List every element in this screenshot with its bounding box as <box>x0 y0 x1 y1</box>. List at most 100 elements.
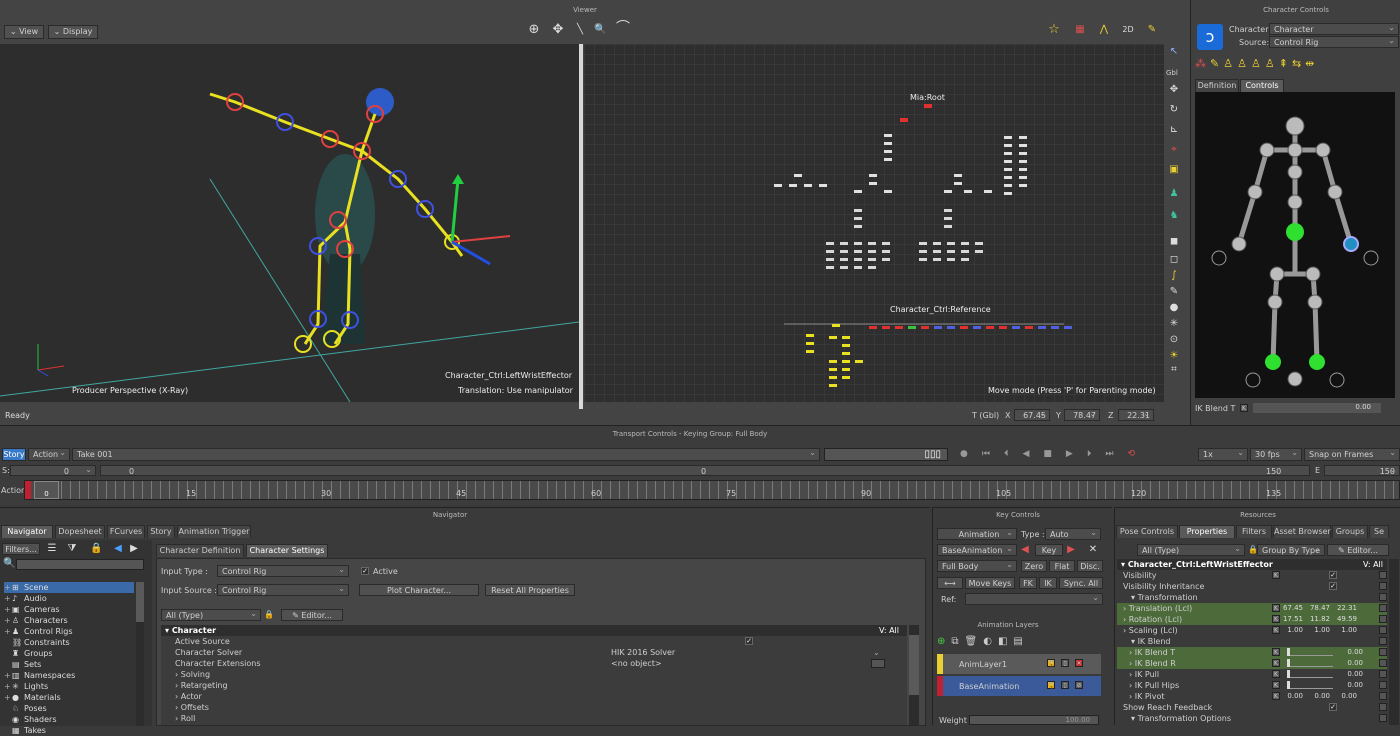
active-source-row[interactable]: Active Source ✓ <box>161 636 907 647</box>
tab-character-definition[interactable]: Character Definition <box>156 544 244 557</box>
next-key-icon[interactable]: ▶ <box>1065 544 1077 556</box>
tab-asset-browser[interactable]: Asset Browser <box>1273 525 1331 538</box>
zoom-icon[interactable]: 🔍 <box>594 24 606 36</box>
tree-scrollbar[interactable] <box>136 582 144 726</box>
keying-group-dropdown[interactable]: Full Body <box>937 560 1017 572</box>
cube-icon[interactable]: ◼ <box>1168 236 1180 248</box>
layer1-mute-icon[interactable]: ✕ <box>1075 659 1083 667</box>
layer-option-icon[interactable]: ◧ <box>998 636 1013 647</box>
tree-item-groups[interactable]: ♜ Groups <box>4 648 134 659</box>
display-menu-button[interactable]: ⌄ Display <box>48 25 98 39</box>
tree-item-audio[interactable]: +♪ Audio <box>4 593 134 604</box>
ik-blend-key-button[interactable]: K <box>1240 404 1248 412</box>
resources-editor-button[interactable]: ✎ Editor... <box>1327 544 1389 556</box>
flat-button[interactable]: Flat <box>1049 560 1075 572</box>
tab-filters[interactable]: Filters <box>1236 525 1272 538</box>
snap-dropdown[interactable]: Snap on Frames <box>1304 448 1400 461</box>
tab-story[interactable]: Story <box>147 525 175 538</box>
source-dropdown[interactable]: Control Rig <box>1269 36 1399 48</box>
property-row-transformation-options[interactable]: ▾ Transformation Options <box>1117 713 1387 724</box>
offsets-row[interactable]: › Offsets <box>161 702 907 713</box>
property-checkbox[interactable]: ✓ <box>1329 582 1337 590</box>
merge-layer-icon[interactable]: ◐ <box>983 636 998 647</box>
property-row-ik-blend[interactable]: ▾ IK Blend <box>1117 636 1387 647</box>
resources-object-header[interactable]: ▾ Character_Ctrl:LeftWristEffector V: All <box>1117 559 1387 570</box>
frame-display[interactable]: ▯▯▯ <box>824 448 948 461</box>
marker-icon[interactable]: ⌗ <box>1168 364 1180 376</box>
plot-character-button[interactable]: Plot Character... <box>359 584 479 596</box>
next-key-icon[interactable]: ⏵ <box>1087 449 1106 459</box>
viewport-divider[interactable] <box>579 44 583 409</box>
select-arrow-icon[interactable]: ↖ <box>1168 46 1180 58</box>
tab-animation-trigger[interactable]: Animation Trigger <box>177 525 251 538</box>
delete-key-icon[interactable]: ✕ <box>1087 544 1099 556</box>
property-row-ik-pivot[interactable]: › IK Pivot K 0.00 0.00 0.00 <box>1117 691 1387 702</box>
navigator-search-input[interactable] <box>16 559 144 570</box>
curve-tool-icon[interactable]: ∫ <box>1168 270 1180 282</box>
character-extensions-value[interactable]: <no object> <box>611 658 662 669</box>
y-coordinate-field[interactable]: 78.47 <box>1064 409 1100 421</box>
x-coordinate-field[interactable]: 67.45 <box>1014 409 1050 421</box>
property-row-ik-blend-r[interactable]: › IK Blend R K 0.00 <box>1117 658 1387 669</box>
grid-display-icon[interactable]: ▦ <box>1074 24 1086 36</box>
key-icon[interactable]: K <box>1272 659 1280 667</box>
add-layer-icon[interactable]: ⊕ <box>937 636 951 647</box>
tree-item-poses[interactable]: ♘ Poses <box>4 703 134 714</box>
tree-item-namespaces[interactable]: +▥ Namespaces <box>4 670 134 681</box>
ik-button[interactable]: IK <box>1039 577 1057 589</box>
property-slider[interactable] <box>1287 681 1333 689</box>
solving-row[interactable]: › Solving <box>161 669 907 680</box>
property-slider[interactable] <box>1287 648 1333 656</box>
key-type-dropdown[interactable]: Auto <box>1045 528 1101 540</box>
rotate-tool-icon[interactable]: ↻ <box>1168 104 1180 116</box>
move-keys-toggle[interactable]: ⟷ <box>937 577 963 589</box>
discontinuity-button[interactable]: Disc. <box>1077 560 1103 572</box>
tree-item-sets[interactable]: ▤ Sets <box>4 659 134 670</box>
cube-outline-icon[interactable]: ◻ <box>1168 254 1180 266</box>
character-solver-row[interactable]: Character Solver HIK 2016 Solver ⌄ <box>161 647 907 658</box>
property-slider[interactable] <box>1287 670 1333 678</box>
ref-dropdown[interactable] <box>965 593 1103 605</box>
editor-button[interactable]: ✎ Editor... <box>281 609 343 621</box>
action-mode-dropdown[interactable]: Action <box>28 448 70 461</box>
tree-item-constraints[interactable]: ⛓ Constraints <box>4 637 134 648</box>
tab-navigator[interactable]: Navigator <box>1 525 53 538</box>
view-menu-button[interactable]: ⌄ View <box>4 25 44 39</box>
tree-item-materials[interactable]: +● Materials <box>4 692 134 703</box>
properties-scrollbar[interactable] <box>909 625 919 725</box>
range-slider[interactable]: 0 0 150 <box>100 465 1310 476</box>
take-dropdown[interactable]: Take 001 <box>72 448 820 461</box>
duplicate-layer-icon[interactable]: ⧉ <box>951 636 964 647</box>
z-coordinate-field[interactable]: 22.31 <box>1118 409 1154 421</box>
pin-icon[interactable]: ⇞ <box>1279 57 1292 70</box>
tab-fcurves[interactable]: FCurves <box>107 525 145 538</box>
input-source-dropdown[interactable]: Control Rig <box>217 584 349 596</box>
property-slider[interactable] <box>1287 659 1333 667</box>
goto-end-icon[interactable]: ⏭ <box>1105 449 1127 459</box>
base-lock-icon[interactable]: 🔒 <box>1047 681 1055 689</box>
fps-dropdown[interactable]: 30 fps <box>1250 448 1302 461</box>
property-row-transformation[interactable]: ▾ Transformation <box>1117 592 1387 603</box>
sphere-icon[interactable]: ● <box>1168 302 1180 314</box>
tree-item-scene[interactable]: +⊞ Scene <box>4 582 134 593</box>
delete-layer-icon[interactable]: 🗑 <box>965 636 984 647</box>
character-figure-view[interactable] <box>1195 92 1395 398</box>
star-icon[interactable]: ☆ <box>1048 23 1060 36</box>
play-icon[interactable]: ▶ <box>1066 449 1087 459</box>
pencil-icon[interactable]: ✎ <box>1210 57 1223 70</box>
tab-groups[interactable]: Groups <box>1332 525 1368 538</box>
property-row-rotation-lcl[interactable]: › Rotation (Lcl) K 17.51 11.82 49.59 <box>1117 614 1387 625</box>
timeline-start-marker[interactable] <box>25 481 31 499</box>
property-row-scaling-lcl[interactable]: › Scaling (Lcl) K 1.00 1.00 1.00 <box>1117 625 1387 636</box>
current-frame-indicator[interactable]: 0 <box>34 481 59 499</box>
back-arrow-icon[interactable]: ◀ <box>112 543 124 555</box>
loop-icon[interactable]: ⟲ <box>1127 449 1149 459</box>
ctrl-reference-node[interactable]: Character_Ctrl:Reference <box>890 304 991 315</box>
move-keys-button[interactable]: Move Keys <box>965 577 1015 589</box>
sync-all-button[interactable]: Sync. All <box>1059 577 1103 589</box>
start-frame-field[interactable]: 0 <box>10 465 96 476</box>
orbit-icon[interactable]: ⊕ <box>528 23 540 36</box>
layer1-lock-icon[interactable]: 🔒 <box>1047 659 1055 667</box>
perspective-viewport[interactable]: Producer Perspective (X-Ray) Character_C… <box>0 44 579 402</box>
filters-button[interactable]: Filters... <box>2 543 40 555</box>
